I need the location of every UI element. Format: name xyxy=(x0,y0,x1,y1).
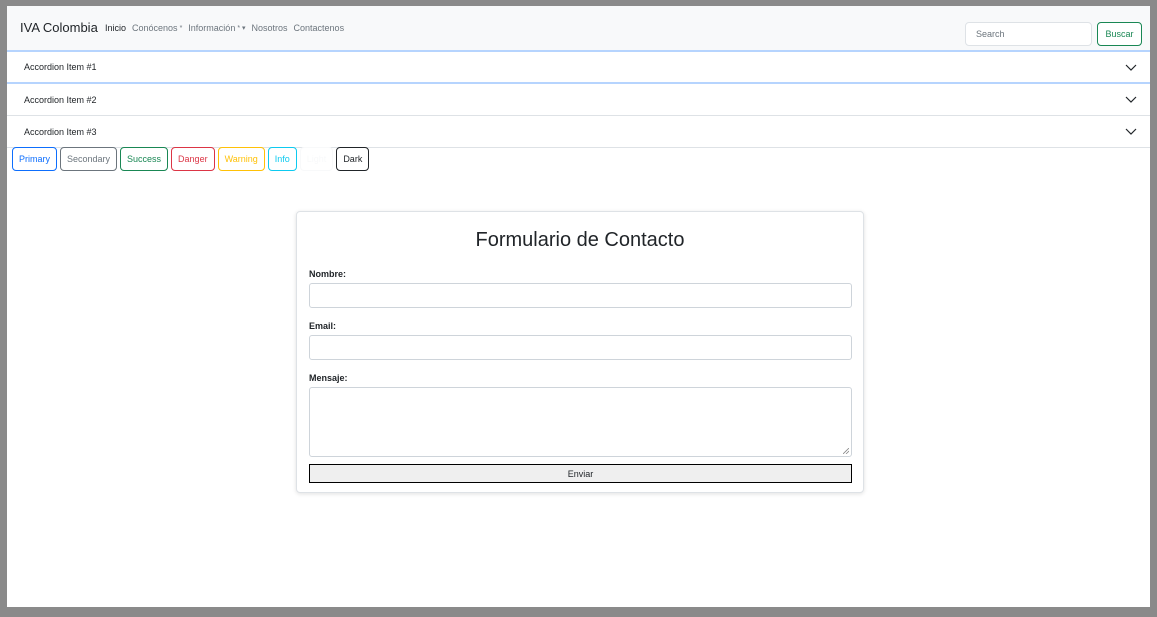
browser-viewport: IVA Colombia Inicio Conócenos * Informaci… xyxy=(7,6,1150,607)
accordion: Accordion Item #1 Accordion Item #2 Acco… xyxy=(7,50,1150,148)
nav-link-contactenos[interactable]: Contactenos xyxy=(294,23,345,33)
nav-link-informacion[interactable]: Información * ▾ xyxy=(188,23,245,33)
accordion-item-1[interactable]: Accordion Item #1 xyxy=(7,50,1150,84)
chevron-down-icon xyxy=(1125,128,1137,135)
brand-logo[interactable]: IVA Colombia xyxy=(20,20,98,35)
success-button[interactable]: Success xyxy=(120,147,169,171)
nav-link-inicio[interactable]: Inicio xyxy=(105,23,126,33)
chevron-down-icon xyxy=(1125,64,1137,71)
accordion-item-title: Accordion Item #3 xyxy=(24,127,97,137)
dark-button[interactable]: Dark xyxy=(336,147,370,171)
accordion-item-3[interactable]: Accordion Item #3 xyxy=(7,116,1150,148)
light-button[interactable]: Light xyxy=(299,147,334,171)
accordion-item-title: Accordion Item #2 xyxy=(24,95,97,105)
contact-form-card: Formulario de Contacto Nombre: Email: Me… xyxy=(296,211,864,493)
nav-link-nosotros[interactable]: Nosotros xyxy=(252,23,288,33)
name-label: Nombre: xyxy=(309,269,347,279)
warning-button[interactable]: Warning xyxy=(217,147,265,171)
danger-button[interactable]: Danger xyxy=(171,147,215,171)
primary-button[interactable]: Primary xyxy=(12,147,57,171)
submit-button[interactable]: Enviar xyxy=(309,464,852,483)
accordion-item-title: Accordion Item #1 xyxy=(24,62,97,72)
nav-links: Inicio Conócenos * Información * ▾ Nosotro… xyxy=(105,23,350,33)
chevron-down-icon xyxy=(1125,96,1137,103)
email-label: Email: xyxy=(309,321,337,331)
message-label: Mensaje: xyxy=(309,373,348,383)
outline-button-row: Primary Secondary Success Danger Warning… xyxy=(12,147,370,171)
accordion-item-2[interactable]: Accordion Item #2 xyxy=(7,84,1150,116)
search-input[interactable] xyxy=(965,22,1092,46)
search-button[interactable]: Buscar xyxy=(1097,22,1142,46)
resize-handle-icon[interactable] xyxy=(843,448,849,454)
secondary-button[interactable]: Secondary xyxy=(60,147,118,171)
message-textarea[interactable] xyxy=(309,387,852,457)
navbar: IVA Colombia Inicio Conócenos * Informaci… xyxy=(7,6,1150,50)
form-title: Formulario de Contacto xyxy=(475,229,685,251)
info-button[interactable]: Info xyxy=(267,147,297,171)
name-field[interactable] xyxy=(309,283,852,308)
email-field[interactable] xyxy=(309,335,852,360)
nav-link-conocenos[interactable]: Conócenos * xyxy=(132,23,182,33)
